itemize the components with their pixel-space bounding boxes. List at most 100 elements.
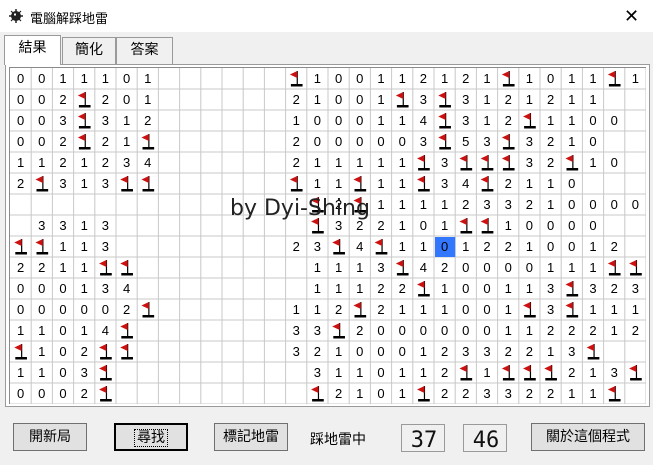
- cell-number[interactable]: 1: [123, 134, 130, 149]
- cell-number[interactable]: 0: [335, 92, 342, 107]
- cell-number[interactable]: 0: [38, 113, 45, 128]
- flag-icon[interactable]: [120, 323, 133, 339]
- cell-number[interactable]: 2: [59, 92, 66, 107]
- flag-icon[interactable]: [120, 260, 133, 276]
- cell-number[interactable]: 1: [526, 71, 533, 86]
- cell-number[interactable]: 1: [420, 302, 427, 317]
- cell-number[interactable]: 2: [441, 344, 448, 359]
- cell-number[interactable]: 0: [568, 218, 575, 233]
- cell-number[interactable]: 2: [38, 260, 45, 275]
- cell-number[interactable]: 1: [38, 155, 45, 170]
- cell-number[interactable]: 0: [38, 92, 45, 107]
- cell-number[interactable]: 2: [462, 197, 469, 212]
- cell-number[interactable]: 2: [81, 344, 88, 359]
- cell-number[interactable]: 1: [547, 113, 554, 128]
- cell-number[interactable]: 3: [59, 176, 66, 191]
- cell-number[interactable]: 1: [399, 386, 406, 401]
- flag-icon[interactable]: [565, 281, 579, 297]
- cell-number[interactable]: 2: [293, 134, 300, 149]
- cell-number[interactable]: 0: [589, 197, 596, 212]
- cell-number[interactable]: 1: [399, 71, 406, 86]
- cell-number[interactable]: 1: [81, 218, 88, 233]
- cell-number[interactable]: 1: [356, 155, 363, 170]
- flag-icon[interactable]: [544, 365, 557, 381]
- cell-number[interactable]: 1: [59, 239, 66, 254]
- cell-number[interactable]: 3: [293, 344, 300, 359]
- flag-icon[interactable]: [77, 113, 91, 129]
- cell-number[interactable]: 1: [568, 134, 575, 149]
- cell-number[interactable]: 1: [420, 365, 427, 380]
- cell-number[interactable]: 1: [589, 155, 596, 170]
- cell-number[interactable]: 2: [568, 365, 575, 380]
- flag-icon[interactable]: [565, 302, 579, 318]
- cell-number[interactable]: 0: [102, 302, 109, 317]
- cell-number[interactable]: 0: [399, 134, 406, 149]
- cell-number[interactable]: 0: [59, 365, 66, 380]
- cell-number[interactable]: 5: [462, 134, 469, 149]
- cell-number[interactable]: 2: [441, 365, 448, 380]
- cell-number[interactable]: 3: [293, 323, 300, 338]
- cell-number[interactable]: 3: [335, 218, 342, 233]
- cell-number[interactable]: 2: [81, 386, 88, 401]
- cell-number[interactable]: 2: [505, 92, 512, 107]
- cell-number[interactable]: 2: [568, 323, 575, 338]
- cell-number[interactable]: 0: [81, 302, 88, 317]
- cell-number[interactable]: 0: [483, 260, 490, 275]
- flag-icon[interactable]: [14, 239, 27, 255]
- cell-number[interactable]: 2: [526, 197, 533, 212]
- flag-icon[interactable]: [99, 260, 112, 276]
- cell-number[interactable]: 2: [356, 218, 363, 233]
- cell-number[interactable]: 1: [377, 92, 384, 107]
- minefield-svg[interactable]: 0 0 1 1 1 0 1 1 0 0 1 1 2 1 2 1 1 0 1 1 10 0 2 2 0 1 2 1 0 0 1 3 3 1 2 1 2 1 1…: [10, 68, 646, 404]
- flag-icon[interactable]: [480, 155, 494, 171]
- flag-icon[interactable]: [417, 386, 430, 402]
- cell-number[interactable]: 3: [314, 323, 321, 338]
- cell-number[interactable]: 0: [420, 323, 427, 338]
- cell-number[interactable]: 2: [632, 323, 639, 338]
- cell-number[interactable]: 3: [420, 134, 427, 149]
- cell-number[interactable]: 1: [399, 197, 406, 212]
- cell-number[interactable]: 3: [505, 197, 512, 212]
- cell-number[interactable]: 0: [59, 386, 66, 401]
- flag-icon[interactable]: [353, 302, 367, 318]
- cell-number[interactable]: 1: [505, 302, 512, 317]
- cell-number[interactable]: 2: [547, 323, 554, 338]
- cell-number[interactable]: 1: [335, 155, 342, 170]
- cell-number[interactable]: 1: [441, 71, 448, 86]
- flag-icon[interactable]: [501, 134, 515, 150]
- flag-icon[interactable]: [629, 260, 642, 276]
- cell-number[interactable]: 1: [568, 113, 575, 128]
- cell-number[interactable]: 2: [547, 134, 554, 149]
- cell-number[interactable]: 0: [17, 113, 24, 128]
- cell-number[interactable]: 2: [505, 113, 512, 128]
- cell-number[interactable]: 1: [377, 113, 384, 128]
- cell-number[interactable]: 1: [589, 302, 596, 317]
- cell-number[interactable]: 2: [462, 386, 469, 401]
- cell-number[interactable]: 2: [293, 155, 300, 170]
- cell-number[interactable]: 3: [59, 113, 66, 128]
- tab-result[interactable]: 結果: [4, 35, 61, 65]
- cell-number[interactable]: 0: [356, 344, 363, 359]
- cell-number[interactable]: 1: [38, 365, 45, 380]
- flag-icon[interactable]: [607, 386, 621, 402]
- cell-number[interactable]: 1: [589, 365, 596, 380]
- cell-number[interactable]: 1: [483, 71, 490, 86]
- cell-number[interactable]: 3: [314, 239, 321, 254]
- cell-number[interactable]: 0: [377, 386, 384, 401]
- cell-number[interactable]: 1: [356, 260, 363, 275]
- cell-number[interactable]: 1: [441, 281, 448, 296]
- cell-number[interactable]: 0: [399, 344, 406, 359]
- flag-icon[interactable]: [35, 239, 49, 255]
- cell-number[interactable]: 1: [102, 71, 109, 86]
- cell-number[interactable]: 1: [589, 239, 596, 254]
- flag-icon[interactable]: [35, 176, 49, 192]
- cell-number[interactable]: 1: [399, 176, 406, 191]
- cell-number[interactable]: 0: [356, 113, 363, 128]
- cell-number[interactable]: 1: [547, 344, 554, 359]
- cell-number[interactable]: 3: [462, 344, 469, 359]
- cell-number[interactable]: 2: [611, 281, 618, 296]
- cell-number[interactable]: 0: [568, 239, 575, 254]
- cell-number[interactable]: 0: [17, 281, 24, 296]
- flag-icon[interactable]: [99, 344, 112, 360]
- cell-number[interactable]: 1: [505, 281, 512, 296]
